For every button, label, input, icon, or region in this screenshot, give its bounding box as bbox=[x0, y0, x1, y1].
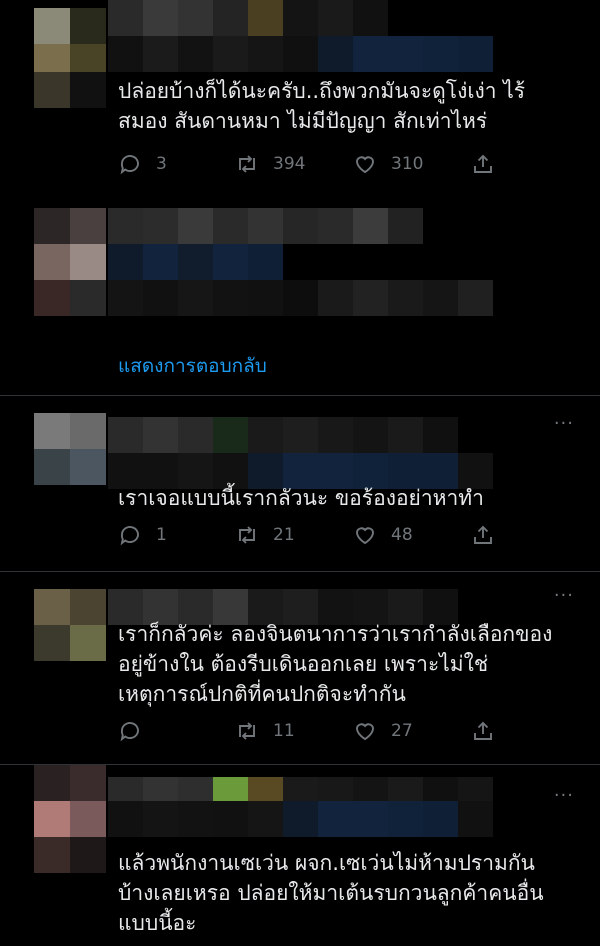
username-redacted bbox=[108, 0, 388, 36]
like-button[interactable]: 310 bbox=[353, 152, 471, 176]
reply-icon bbox=[120, 526, 139, 546]
username-redacted bbox=[108, 589, 458, 625]
more-options-icon[interactable]: ··· bbox=[554, 413, 574, 434]
retweet-count: 21 bbox=[273, 525, 295, 545]
avatar[interactable] bbox=[34, 208, 106, 280]
avatar[interactable] bbox=[34, 8, 106, 80]
avatar[interactable] bbox=[34, 413, 106, 485]
retweet-icon bbox=[239, 526, 255, 544]
more-options-icon[interactable]: ··· bbox=[554, 785, 574, 806]
retweet-icon bbox=[239, 722, 255, 740]
reply-count: 3 bbox=[156, 154, 167, 174]
retweet-count: 394 bbox=[273, 154, 306, 174]
like-count: 48 bbox=[391, 525, 413, 545]
like-icon bbox=[356, 156, 374, 174]
reply-button[interactable]: 1 bbox=[118, 523, 235, 547]
username-redacted bbox=[108, 208, 423, 244]
tweet-text: เราก็กลัวค่ะ ลองจินตนาการว่าเรากำลังเลือ… bbox=[118, 622, 553, 706]
share-button[interactable] bbox=[471, 152, 495, 176]
tweet-text: แล้วพนักงานเซเว่น ผจก.เซเว่นไม่ห้ามปรามก… bbox=[118, 851, 544, 935]
like-icon bbox=[356, 527, 374, 545]
reply-count: 1 bbox=[156, 525, 167, 545]
retweet-button[interactable]: 21 bbox=[235, 523, 353, 547]
like-button[interactable]: 48 bbox=[353, 523, 471, 547]
tweet-actions: 3 394 310 bbox=[118, 150, 495, 178]
retweet-icon bbox=[239, 155, 255, 173]
reply-button[interactable] bbox=[118, 719, 235, 743]
show-replies-link[interactable]: แสดงการตอบกลับ bbox=[118, 351, 267, 381]
share-button[interactable] bbox=[471, 719, 495, 743]
username-redacted bbox=[108, 777, 493, 813]
share-icon bbox=[474, 154, 492, 173]
avatar-lower-redacted bbox=[34, 837, 106, 873]
like-button[interactable]: 27 bbox=[353, 719, 471, 743]
like-count: 310 bbox=[391, 154, 424, 174]
share-button[interactable] bbox=[471, 523, 495, 547]
divider bbox=[0, 395, 600, 396]
like-icon bbox=[356, 723, 374, 741]
retweet-button[interactable]: 394 bbox=[235, 152, 353, 176]
tweet-actions: 1 21 48 bbox=[118, 521, 495, 549]
avatar[interactable] bbox=[34, 589, 106, 661]
like-count: 27 bbox=[391, 721, 413, 741]
retweet-button[interactable]: 11 bbox=[235, 719, 353, 743]
handle-redacted bbox=[108, 453, 493, 489]
reply-button[interactable]: 3 bbox=[118, 152, 235, 176]
avatar-lower-redacted bbox=[34, 280, 106, 316]
avatar[interactable] bbox=[34, 765, 106, 837]
handle-redacted bbox=[108, 244, 283, 280]
share-icon bbox=[474, 525, 492, 544]
text-redacted bbox=[108, 280, 493, 316]
more-options-icon[interactable]: ··· bbox=[554, 585, 574, 606]
handle-redacted bbox=[108, 36, 493, 72]
divider bbox=[0, 571, 600, 572]
share-icon bbox=[474, 721, 492, 740]
reply-icon bbox=[120, 722, 139, 742]
retweet-count: 11 bbox=[273, 721, 295, 741]
tweet-actions: 11 27 bbox=[118, 717, 495, 745]
tweet-text: เราเจอแบบนี้เรากลัวนะ ขอร้องอย่าหาทำ bbox=[118, 486, 484, 510]
username-redacted bbox=[108, 417, 458, 453]
handle-redacted bbox=[108, 801, 493, 837]
tweet-text: ปล่อยบ้างก็ได้นะครับ..ถึงพวกมันจะดูโง่เง… bbox=[118, 79, 526, 133]
reply-icon bbox=[120, 155, 139, 175]
avatar-lower-redacted bbox=[34, 72, 106, 108]
